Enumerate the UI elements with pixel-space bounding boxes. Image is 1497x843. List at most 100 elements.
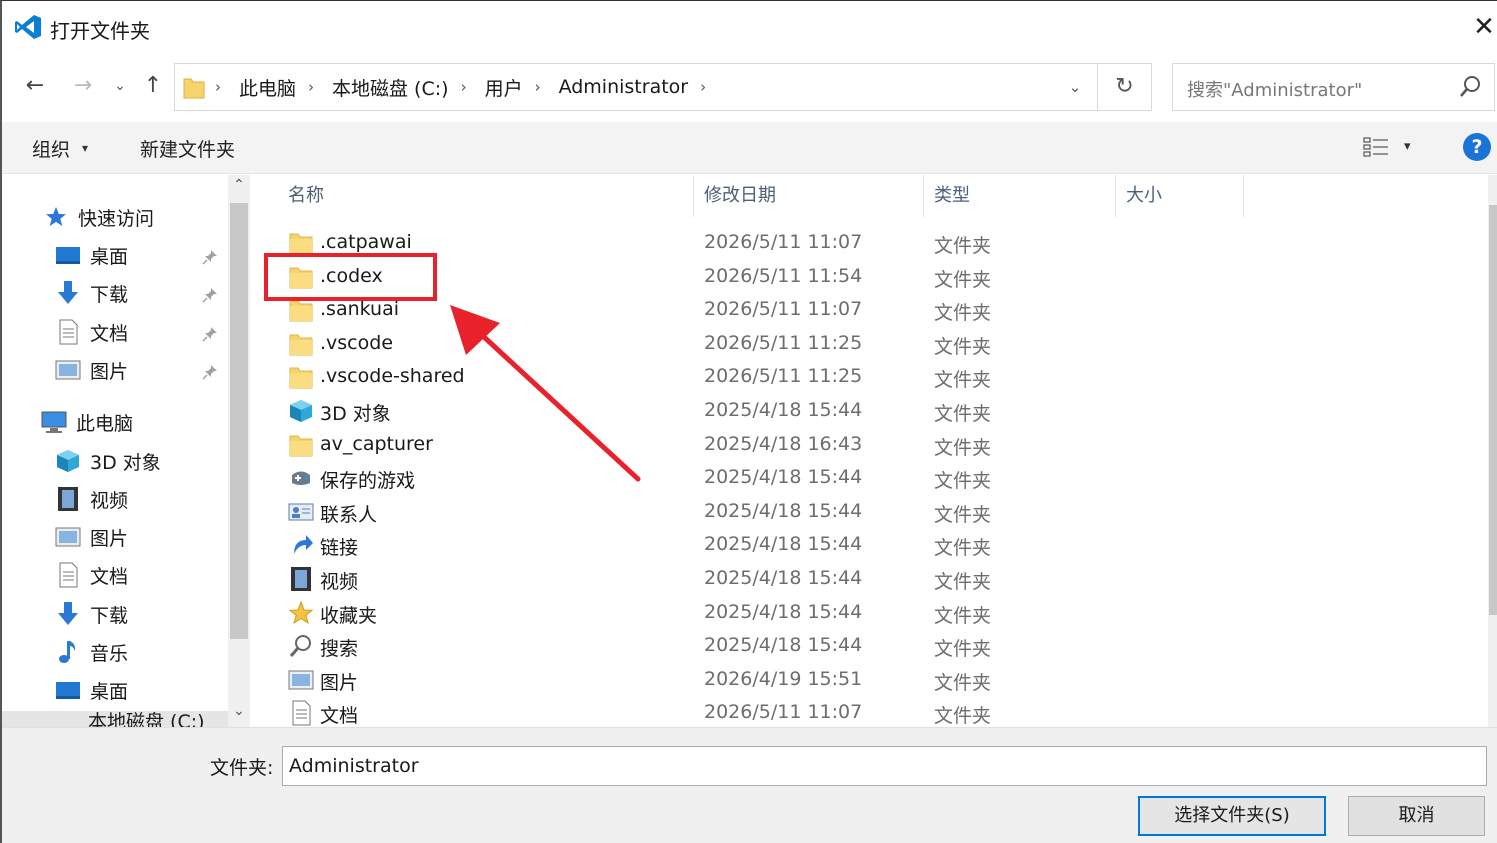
pin-icon[interactable] xyxy=(202,364,220,382)
refresh-button[interactable]: ↻ xyxy=(1097,64,1151,110)
file-modified-date: 2026/4/19 15:51 xyxy=(704,667,863,690)
file-list-scrollbar[interactable] xyxy=(1488,175,1497,727)
music-icon xyxy=(54,639,82,665)
file-row[interactable]: 链接 2025/4/18 15:44 文件夹 xyxy=(284,529,1464,562)
new-folder-button[interactable]: 新建文件夹 xyxy=(140,135,235,162)
sidebar-item-3d-objects[interactable]: 3D 对象 xyxy=(54,445,161,477)
file-name: .vscode xyxy=(320,331,394,354)
column-header-size[interactable]: 大小 xyxy=(1116,175,1244,217)
sidebar-item-pictures[interactable]: 图片 xyxy=(54,354,128,386)
view-options-icon[interactable] xyxy=(1362,135,1390,159)
forward-button[interactable]: → xyxy=(68,69,98,103)
file-row[interactable]: 收藏夹 2025/4/18 15:44 文件夹 xyxy=(284,597,1464,630)
pin-icon[interactable] xyxy=(202,326,220,344)
sidebar-item-label: 此电脑 xyxy=(76,412,134,435)
sidebar-item-pictures[interactable]: 图片 xyxy=(54,521,128,553)
file-type: 文件夹 xyxy=(934,369,992,392)
column-header-name[interactable]: 名称 xyxy=(278,175,694,217)
sidebar-item-desktop[interactable]: 桌面 xyxy=(54,239,128,271)
sidebar-item-documents[interactable]: 文档 xyxy=(54,559,128,591)
breadcrumb-users[interactable]: 用户 xyxy=(485,74,523,101)
file-name: .sankuai xyxy=(320,298,400,321)
select-folder-button[interactable]: 选择文件夹(S) xyxy=(1138,796,1326,836)
sidebar-item-videos[interactable]: 视频 xyxy=(54,483,128,515)
breadcrumb-administrator[interactable]: Administrator xyxy=(559,76,689,98)
file-row[interactable]: 图片 2026/4/19 15:51 文件夹 xyxy=(284,664,1464,697)
breadcrumb-this-pc[interactable]: 此电脑 xyxy=(239,74,296,101)
folder-name-input[interactable]: Administrator xyxy=(282,746,1487,786)
title-bar: 打开文件夹 ✕ xyxy=(2,1,1497,55)
picture-icon xyxy=(288,667,314,693)
file-name: .catpawai xyxy=(320,231,412,253)
sidebar-item-label: 图片 xyxy=(90,360,129,383)
file-name: 搜索 xyxy=(320,638,359,661)
file-type: 文件夹 xyxy=(934,235,992,257)
sidebar-item-label: 桌面 xyxy=(90,680,129,703)
sidebar-item-quick-access[interactable]: 快速访问 xyxy=(42,201,154,233)
sidebar-item-label: 下载 xyxy=(90,604,129,627)
back-button[interactable]: ← xyxy=(20,69,50,103)
breadcrumb-local-disk[interactable]: 本地磁盘 (C:) xyxy=(332,74,449,101)
sidebar-item-this-pc[interactable]: 此电脑 xyxy=(40,406,133,438)
folder-icon xyxy=(288,432,314,458)
scroll-down-arrow-icon[interactable]: ⌄ xyxy=(228,703,250,719)
organize-button[interactable]: 组织 xyxy=(32,135,70,162)
close-button[interactable]: ✕ xyxy=(1471,9,1497,45)
help-icon[interactable]: ? xyxy=(1463,133,1491,161)
column-header-type[interactable]: 类型 xyxy=(924,175,1116,217)
scroll-thumb[interactable] xyxy=(1489,205,1497,615)
search-icon xyxy=(1460,76,1480,97)
folder-icon xyxy=(288,331,314,357)
breadcrumb-separator[interactable]: › xyxy=(535,78,541,96)
sidebar-item-downloads[interactable]: 下载 xyxy=(54,277,128,309)
breadcrumb: › 此电脑 › 本地磁盘 (C:) › 用户 › Administrator › xyxy=(215,64,724,110)
sidebar-item-documents[interactable]: 文档 xyxy=(54,316,128,348)
view-dropdown-arrow-icon[interactable]: ▾ xyxy=(1404,139,1411,154)
file-row[interactable]: 搜索 2025/4/18 15:44 文件夹 xyxy=(284,630,1464,663)
sidebar-item-desktop[interactable]: 桌面 xyxy=(54,674,128,706)
3d-objects-icon xyxy=(288,398,314,424)
file-modified-date: 2025/4/18 15:44 xyxy=(704,600,863,623)
annotation-arrow-icon xyxy=(450,305,641,482)
file-type: 文件夹 xyxy=(934,537,992,560)
file-list: ^ 名称 修改日期 类型 大小 .catpawai 2026/5/11 11:07… xyxy=(254,175,1486,727)
sidebar-item-downloads[interactable]: 下载 xyxy=(54,598,128,630)
sidebar-item-label: 桌面 xyxy=(90,245,129,268)
organize-dropdown-arrow-icon[interactable]: ▾ xyxy=(82,141,88,155)
file-name: av_capturer xyxy=(320,432,433,455)
file-name: 文档 xyxy=(320,705,359,727)
file-type: 文件夹 xyxy=(934,638,992,661)
address-dropdown-button[interactable]: ⌄ xyxy=(1055,64,1095,110)
file-row[interactable]: .catpawai 2026/5/11 11:07 文件夹 xyxy=(284,227,1464,260)
file-row[interactable]: .codex 2026/5/11 11:54 文件夹 xyxy=(284,261,1464,294)
sidebar-item-label: 快速访问 xyxy=(78,207,155,230)
folder-icon xyxy=(288,364,314,390)
file-modified-date: 2025/4/18 15:44 xyxy=(704,634,863,657)
file-row[interactable]: 视频 2025/4/18 15:44 文件夹 xyxy=(284,563,1464,596)
search-placeholder: 搜索"Administrator" xyxy=(1187,80,1363,101)
address-bar[interactable]: › 此电脑 › 本地磁盘 (C:) › 用户 › Administrator ›… xyxy=(174,63,1152,111)
folder-icon xyxy=(183,78,205,99)
breadcrumb-separator[interactable]: › xyxy=(461,78,467,96)
search-input[interactable]: 搜索"Administrator" xyxy=(1172,63,1495,111)
recent-locations-button[interactable]: ⌄ xyxy=(110,69,130,103)
scroll-up-arrow-icon[interactable]: ⌃ xyxy=(228,177,250,193)
pin-icon[interactable] xyxy=(202,287,220,305)
sidebar-scrollbar[interactable]: ⌃ ⌄ xyxy=(228,175,250,727)
sidebar-item-music[interactable]: 音乐 xyxy=(54,636,128,668)
breadcrumb-separator[interactable]: › xyxy=(308,78,314,96)
file-row[interactable]: 文档 2026/5/11 11:07 文件夹 xyxy=(284,697,1464,727)
column-header-modified[interactable]: 修改日期 xyxy=(694,175,924,217)
scroll-thumb[interactable] xyxy=(230,203,248,639)
open-folder-dialog: 打开文件夹 ✕ ← → ⌄ ↑ › 此电脑 › 本地磁盘 (C:) › 用户 ›… xyxy=(0,0,1497,843)
pin-icon[interactable] xyxy=(202,249,220,267)
breadcrumb-separator[interactable]: › xyxy=(700,78,706,96)
sidebar-item-local-disk[interactable]: 本地磁盘 (C:) xyxy=(2,711,228,727)
file-row[interactable]: 联系人 2025/4/18 15:44 文件夹 xyxy=(284,496,1464,529)
file-modified-date: 2026/5/11 11:07 xyxy=(704,231,863,253)
cancel-button[interactable]: 取消 xyxy=(1348,796,1485,836)
up-button[interactable]: ↑ xyxy=(138,69,168,103)
file-modified-date: 2026/5/11 11:25 xyxy=(704,365,863,388)
file-name: 视频 xyxy=(320,571,359,593)
video-icon xyxy=(288,566,314,592)
